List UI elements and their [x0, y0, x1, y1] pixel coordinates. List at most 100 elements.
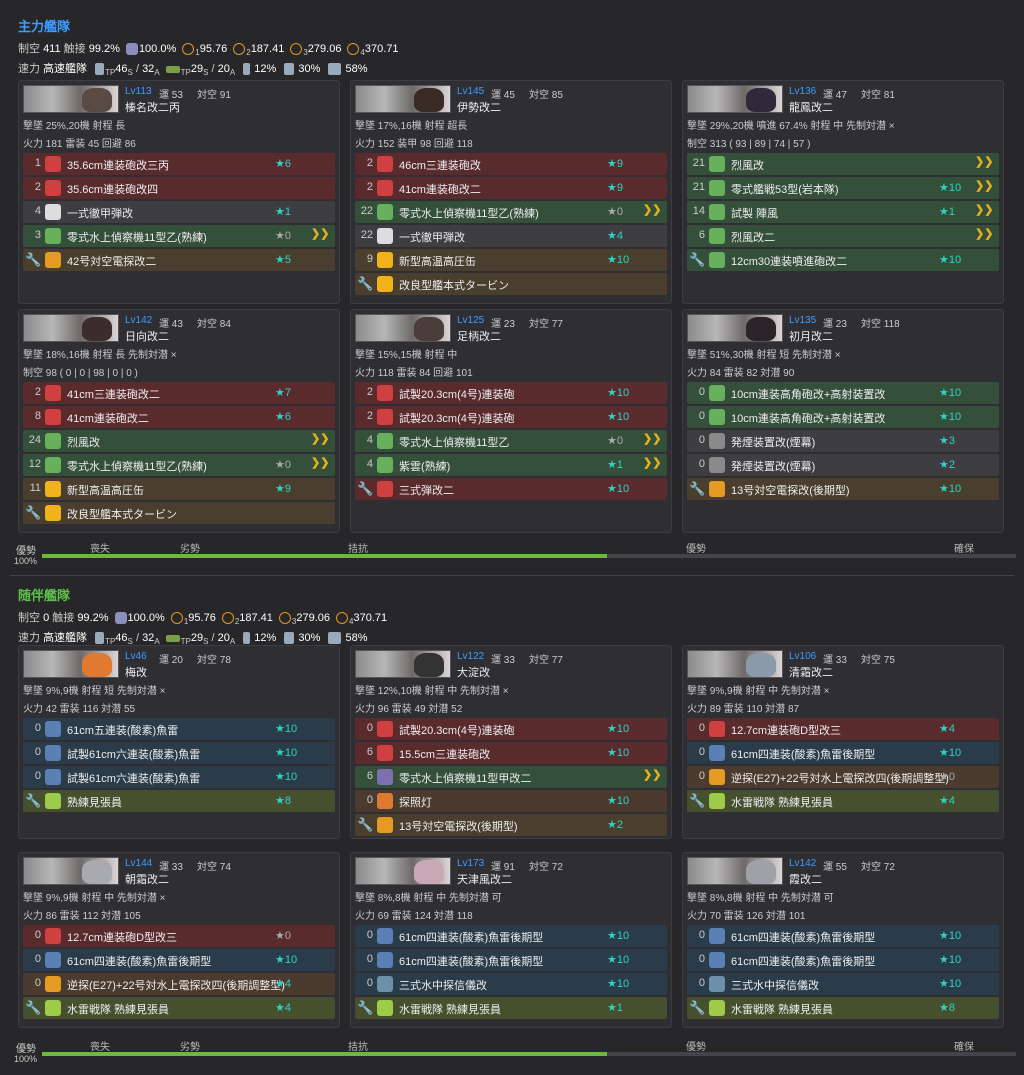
ship-banner[interactable]	[23, 857, 119, 885]
ship-name[interactable]: 天津風改二	[457, 871, 512, 887]
equipment-slot[interactable]: 🔧 42号対空電探改二 ★5	[23, 249, 335, 271]
equipment-slot[interactable]: 6 烈風改二 ❯❯	[687, 225, 999, 247]
equipment-slot[interactable]: 🔧 13号対空電探改(後期型) ★2	[355, 814, 667, 836]
equipment-name: 烈風改	[731, 160, 764, 172]
equipment-slot[interactable]: 🔧 改良型艦本式タービン	[355, 273, 667, 295]
equipment-slot[interactable]: 1 35.6cm連装砲改三丙 ★6	[23, 153, 335, 175]
equipment-slot[interactable]: 2 35.6cm連装砲改四	[23, 177, 335, 199]
equipment-slot[interactable]: 0 探照灯 ★10	[355, 790, 667, 812]
equipment-slot[interactable]: 12 零式水上偵察機11型乙(熟練) ★0 ❯❯	[23, 454, 335, 476]
equipment-slot[interactable]: 14 試製 陣風 ★1 ❯❯	[687, 201, 999, 223]
equipment-slot[interactable]: 0 三式水中探信儀改 ★10	[687, 973, 999, 995]
equipment-icon	[377, 952, 393, 968]
equipment-slot[interactable]: 0 10cm連装高角砲改+高射装置改 ★10	[687, 382, 999, 404]
ship-name[interactable]: 梅改	[125, 664, 147, 680]
ship-card: Lv46 運 20 対空 78 梅改 撃墜 9%,9機 射程 短 先制対潜 × 火力 42…	[18, 645, 340, 839]
equipment-slot[interactable]: 0 発煙装置改(煙幕) ★2	[687, 454, 999, 476]
equipment-slot[interactable]: 🔧 熟練見張員 ★8	[23, 790, 335, 812]
equipment-slot[interactable]: 🔧 12cm30連装噴進砲改二 ★10	[687, 249, 999, 271]
equipment-slot[interactable]: 0 12.7cm連装砲D型改三 ★4	[687, 718, 999, 740]
ship-banner[interactable]	[23, 650, 119, 678]
ship-name[interactable]: 清霜改二	[789, 664, 833, 680]
ship-banner[interactable]	[687, 314, 783, 342]
equipment-slot[interactable]: 0 61cm四連装(酸素)魚雷後期型 ★10	[355, 949, 667, 971]
equipment-slot[interactable]: 22 零式水上偵察機11型乙(熟練) ★0 ❯❯	[355, 201, 667, 223]
equipment-slot[interactable]: 4 零式水上偵察機11型乙 ★0 ❯❯	[355, 430, 667, 452]
ship-name[interactable]: 朝霜改二	[125, 871, 169, 887]
equipment-slot[interactable]: 21 烈風改 ❯❯	[687, 153, 999, 175]
ship-banner[interactable]	[23, 85, 119, 113]
equipment-slot[interactable]: 0 試製61cm六連装(酸素)魚雷 ★10	[23, 742, 335, 764]
ship-banner[interactable]	[355, 857, 451, 885]
ship-name[interactable]: 初月改二	[789, 328, 833, 344]
ship-name[interactable]: 足柄改二	[457, 328, 501, 344]
ship-name[interactable]: 霞改二	[789, 871, 822, 887]
equipment-slot[interactable]: 0 逆探(E27)+22号対水上電探改四(後期調整型) ★0	[687, 766, 999, 788]
equipment-name: 零式水上偵察機11型乙(熟練)	[67, 461, 207, 473]
speed-label: 速力	[18, 63, 44, 75]
ship-banner[interactable]	[687, 650, 783, 678]
equipment-slot[interactable]: 21 零式艦戦53型(岩本隊) ★10 ❯❯	[687, 177, 999, 199]
equipment-slot[interactable]: 0 発煙装置改(煙幕) ★3	[687, 430, 999, 452]
equipment-slot[interactable]: 🔧 13号対空電探改(後期型) ★10	[687, 478, 999, 500]
equipment-slot[interactable]: 2 41cm連装砲改二 ★9	[355, 177, 667, 199]
wrench-icon: 🔧	[357, 276, 374, 291]
equipment-slot[interactable]: 🔧 水雷戦隊 熟練見張員 ★4	[687, 790, 999, 812]
equipment-slot[interactable]: 🔧 改良型艦本式タービン	[23, 502, 335, 524]
equipment-slot[interactable]: 0 逆探(E27)+22号対水上電探改四(後期調整型) ★4	[23, 973, 335, 995]
equipment-slot[interactable]: 2 46cm三連装砲改 ★9	[355, 153, 667, 175]
ship-name[interactable]: 大淀改	[457, 664, 490, 680]
ship-name[interactable]: 伊勢改二	[457, 99, 501, 115]
equipment-slot[interactable]: 24 烈風改 ❯❯	[23, 430, 335, 452]
equipment-slot[interactable]: 0 61cm四連装(酸素)魚雷後期型 ★10	[355, 925, 667, 947]
equipment-slot[interactable]: 🔧 三式弾改二 ★10	[355, 478, 667, 500]
equipment-icon	[377, 769, 393, 785]
ship-stats-1: 撃墜 9%,9機 射程 中 先制対潜 ×	[23, 893, 166, 904]
equipment-name: 烈風改二	[731, 232, 775, 244]
equipment-slot[interactable]: 4 一式徹甲弾改 ★1	[23, 201, 335, 223]
equipment-slot[interactable]: 0 61cm四連装(酸素)魚雷後期型 ★10	[687, 925, 999, 947]
equipment-name: 烈風改	[67, 437, 100, 449]
ship-banner[interactable]	[687, 85, 783, 113]
equipment-slot[interactable]: 2 試製20.3cm(4号)連装砲 ★10	[355, 406, 667, 428]
equipment-slot[interactable]: 0 試製20.3cm(4号)連装砲 ★10	[355, 718, 667, 740]
equipment-slot[interactable]: 🔧 水雷戦隊 熟練見張員 ★4	[23, 997, 335, 1019]
ship-name[interactable]: 龍鳳改二	[789, 99, 833, 115]
equipment-slot[interactable]: 0 61cm四連装(酸素)魚雷後期型 ★10	[23, 949, 335, 971]
equipment-slot[interactable]: 22 一式徹甲弾改 ★4	[355, 225, 667, 247]
ship-name[interactable]: 榛名改二丙	[125, 99, 180, 115]
equipment-slot[interactable]: 🔧 水雷戦隊 熟練見張員 ★1	[355, 997, 667, 1019]
equipment-slot[interactable]: 6 15.5cm三連装砲改 ★10	[355, 742, 667, 764]
ship-banner[interactable]	[355, 85, 451, 113]
ship-banner[interactable]	[355, 314, 451, 342]
equipment-slot[interactable]: 2 41cm三連装砲改二 ★7	[23, 382, 335, 404]
equipment-slot[interactable]: 9 新型高温高圧缶 ★10	[355, 249, 667, 271]
ship-banner[interactable]	[355, 650, 451, 678]
equipment-slot[interactable]: 6 零式水上偵察機11型甲改二 ❯❯	[355, 766, 667, 788]
equipment-slot[interactable]: 0 三式水中探信儀改 ★10	[355, 973, 667, 995]
equipment-slot[interactable]: 11 新型高温高圧缶 ★9	[23, 478, 335, 500]
slot-count: 4	[366, 458, 373, 470]
equipment-slot[interactable]: 8 41cm連装砲改二 ★6	[23, 406, 335, 428]
equipment-slot[interactable]: 2 試製20.3cm(4号)連装砲 ★10	[355, 382, 667, 404]
ship-banner[interactable]	[687, 857, 783, 885]
canister-rate: 12%	[251, 63, 277, 75]
equipment-slot[interactable]: 4 紫雲(熟練) ★1 ❯❯	[355, 454, 667, 476]
equipment-slot[interactable]: 0 61cm五連装(酸素)魚雷 ★10	[23, 718, 335, 740]
improvement-star: ★10	[939, 411, 962, 423]
improvement-star: ★0	[275, 930, 291, 942]
equipment-slot[interactable]: 🔧 水雷戦隊 熟練見張員 ★8	[687, 997, 999, 1019]
equipment-icon	[45, 721, 61, 737]
equipment-slot[interactable]: 0 試製61cm六連装(酸素)魚雷 ★10	[23, 766, 335, 788]
ship-banner[interactable]	[23, 314, 119, 342]
fleet-summary-air: 制空 411 触接 99.2% 100.0% 195.76 2187.41 3279.0…	[18, 40, 399, 57]
equipment-slot[interactable]: 0 12.7cm連装砲D型改三 ★0	[23, 925, 335, 947]
equipment-icon	[45, 457, 61, 473]
gauge-fill	[42, 1052, 607, 1056]
equipment-slot[interactable]: 0 10cm連装高角砲改+高射装置改 ★10	[687, 406, 999, 428]
equipment-slot[interactable]: 3 零式水上偵察機11型乙(熟練) ★0 ❯❯	[23, 225, 335, 247]
equipment-slot[interactable]: 0 61cm四連装(酸素)魚雷後期型 ★10	[687, 742, 999, 764]
equipment-icon	[709, 769, 725, 785]
equipment-slot[interactable]: 0 61cm四連装(酸素)魚雷後期型 ★10	[687, 949, 999, 971]
ship-name[interactable]: 日向改二	[125, 328, 169, 344]
